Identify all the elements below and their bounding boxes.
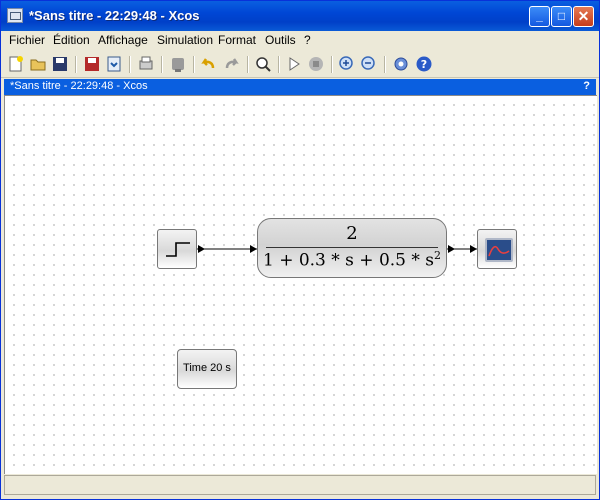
diagram-title-bar: *Sans titre - 22:29:48 - Xcos ? [4, 79, 596, 95]
compile-icon[interactable] [169, 55, 187, 73]
window-title: *Sans titre - 22:29:48 - Xcos [29, 8, 200, 23]
start-icon[interactable] [285, 55, 303, 73]
diagram-title: *Sans titre - 22:29:48 - Xcos [10, 80, 148, 92]
clr-denominator: 1 + 0.3 * s + 0.5 * s2 [258, 249, 446, 271]
menu-bar: Fichier Édition Affichage Simulation For… [1, 31, 599, 49]
diagram-canvas[interactable]: 2 1 + 0.3 * s + 0.5 * s2 Time 20 s [4, 95, 597, 474]
clr-transfer-function-block[interactable]: 2 1 + 0.3 * s + 0.5 * s2 [257, 218, 447, 278]
svg-text:?: ? [421, 58, 427, 71]
toolbar-separator [331, 56, 333, 73]
toolbar-separator [75, 56, 77, 73]
clr-numerator: 2 [346, 223, 358, 244]
step-output-port[interactable] [198, 245, 205, 253]
stop-icon[interactable] [307, 55, 325, 73]
clr-output-port[interactable] [448, 245, 455, 253]
step-block[interactable] [157, 229, 197, 269]
fraction-line [266, 247, 438, 248]
toolbar-separator [161, 56, 163, 73]
redo-icon[interactable] [223, 55, 241, 73]
scope-block[interactable] [477, 229, 517, 269]
print-icon[interactable] [105, 55, 123, 73]
clr-denominator-text: 1 + 0.3 * s + 0.5 * s [262, 250, 435, 271]
setup-icon[interactable] [392, 55, 410, 73]
xcos-app-icon[interactable] [7, 8, 23, 23]
menu-help[interactable]: ? [304, 33, 311, 47]
toolbar-separator [278, 56, 280, 73]
save-icon[interactable] [51, 55, 69, 73]
new-icon[interactable] [7, 55, 25, 73]
toolbar-separator [193, 56, 195, 73]
zoom-out-icon[interactable] [360, 55, 378, 73]
help-icon[interactable]: ? [415, 55, 433, 73]
scope-input-port[interactable] [470, 245, 477, 253]
menu-edition[interactable]: Édition [53, 33, 90, 47]
application-window: *Sans titre - 22:29:48 - Xcos _ □ ✕ Fich… [0, 0, 600, 500]
fit-view-icon[interactable] [254, 55, 272, 73]
step-function-icon [166, 242, 190, 257]
time-text-block[interactable]: Time 20 s [177, 349, 237, 389]
close-button[interactable]: ✕ [573, 6, 594, 27]
status-bar [4, 475, 596, 495]
toolbar-separator [384, 56, 386, 73]
menu-fichier[interactable]: Fichier [9, 33, 45, 47]
minimize-button[interactable]: _ [529, 6, 550, 27]
diagram-help-button[interactable]: ? [583, 80, 590, 92]
toolbar-separator [129, 56, 131, 73]
clr-denominator-power: 2 [434, 249, 442, 262]
menu-outils[interactable]: Outils [265, 33, 296, 47]
undo-icon[interactable] [199, 55, 217, 73]
toolbar-separator [247, 56, 249, 73]
title-bar[interactable]: *Sans titre - 22:29:48 - Xcos _ □ ✕ [1, 1, 599, 31]
time-label: Time 20 s [183, 362, 231, 374]
maximize-button[interactable]: □ [551, 6, 572, 27]
clr-input-port[interactable] [250, 245, 257, 253]
zoom-in-icon[interactable] [338, 55, 356, 73]
open-icon[interactable] [29, 55, 47, 73]
menu-affichage[interactable]: Affichage [98, 33, 148, 47]
toolbar: ? [1, 51, 599, 78]
export-icon[interactable] [137, 55, 155, 73]
menu-simulation[interactable]: Simulation [157, 33, 213, 47]
scope-screen-icon [485, 238, 513, 262]
save-as-icon[interactable] [83, 55, 101, 73]
menu-format[interactable]: Format [218, 33, 256, 47]
